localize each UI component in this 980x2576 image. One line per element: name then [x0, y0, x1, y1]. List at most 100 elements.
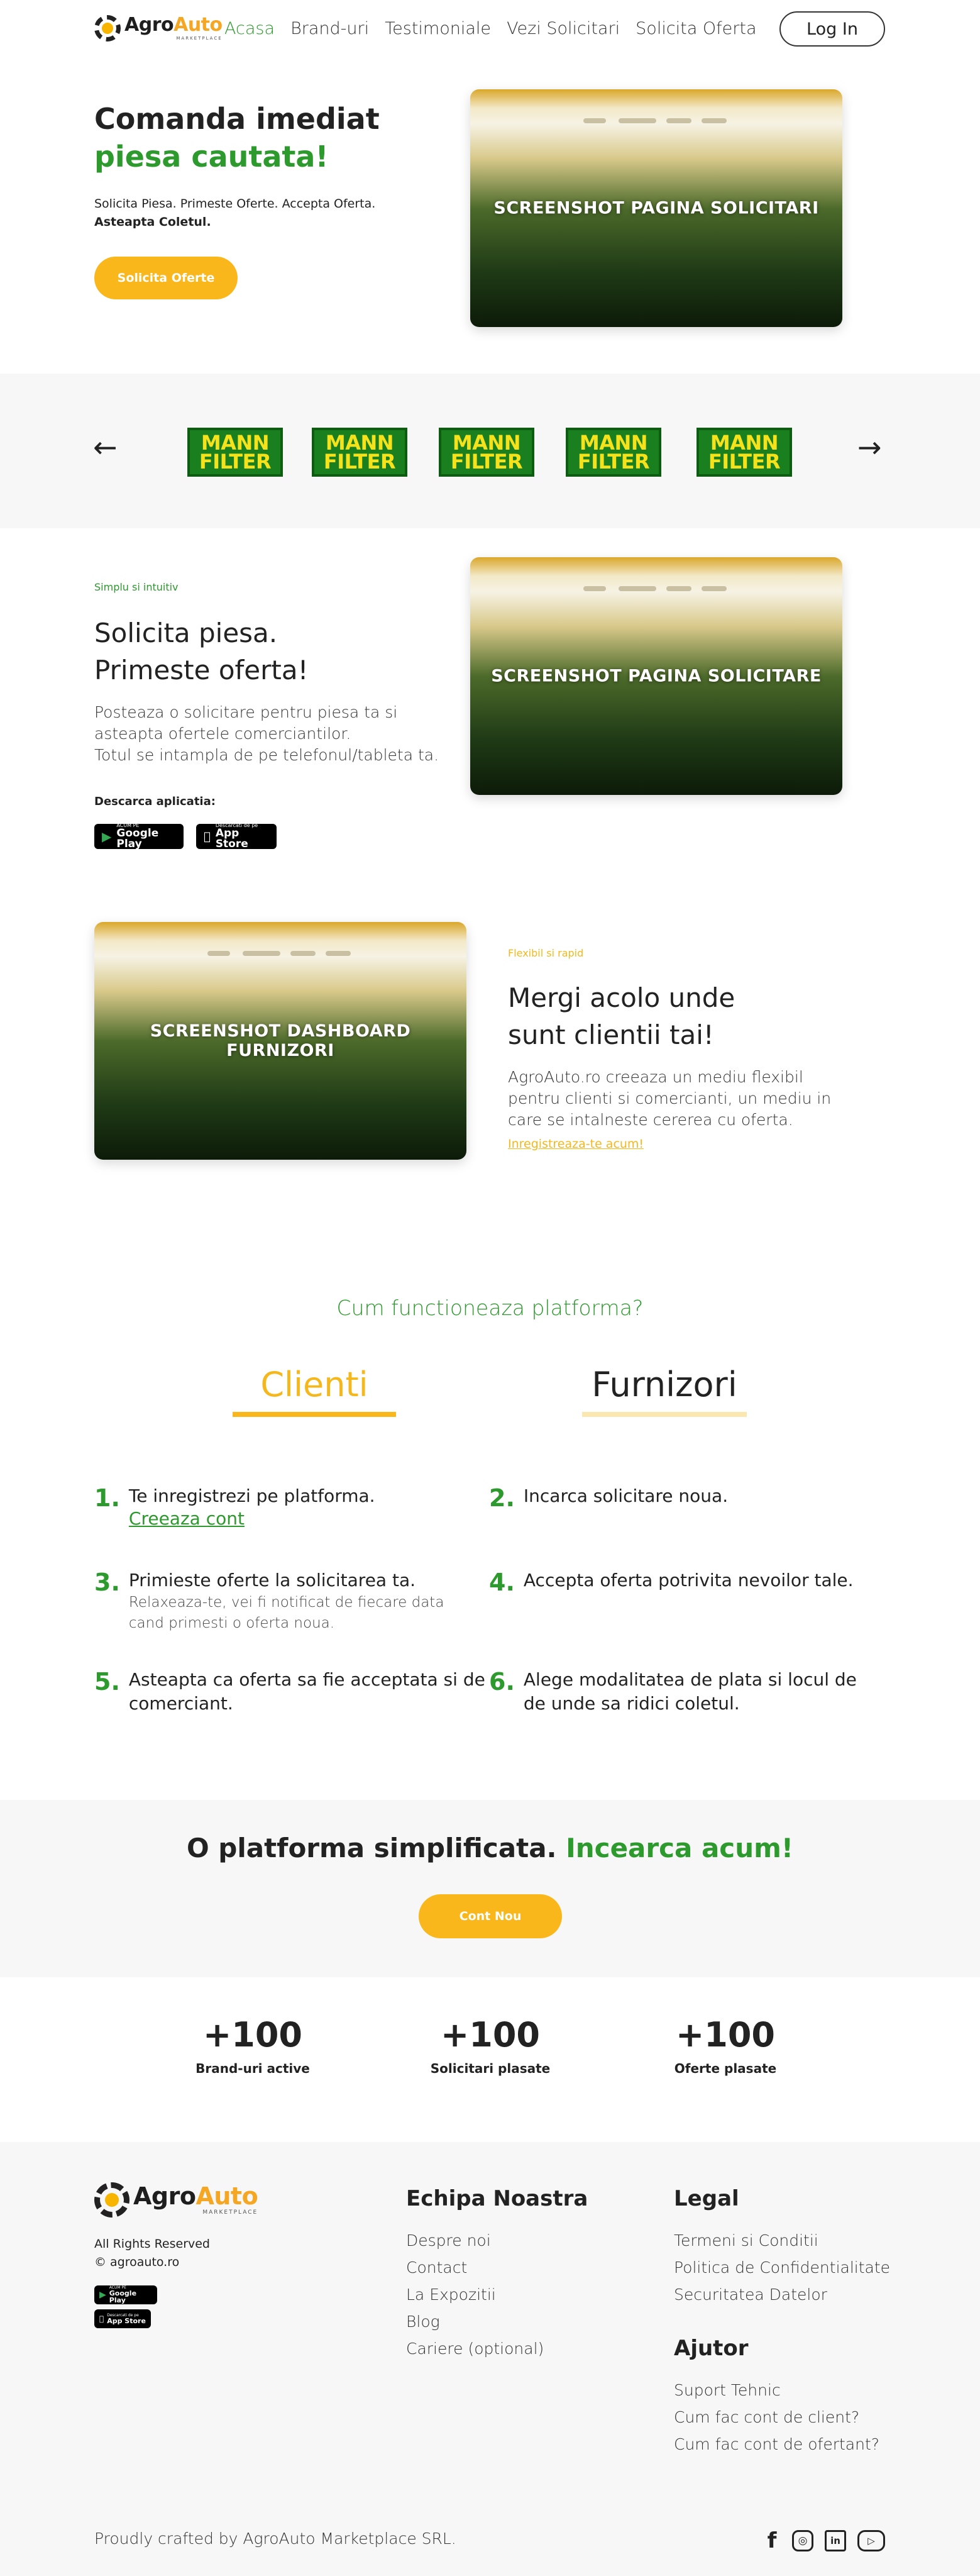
stat-solicitari: +100 Solicitari plasate: [415, 2015, 566, 2076]
apple-icon: : [99, 2314, 104, 2323]
instagram-icon[interactable]: ◎: [792, 2530, 813, 2551]
app-store-button[interactable]:  Descarcati de peApp Store: [196, 823, 277, 850]
feature2-screenshot: SCREENSHOT DASHBOARD FURNIZORI: [94, 922, 466, 1160]
footer-link-expozitii[interactable]: La Expozitii: [406, 2285, 544, 2304]
brand-logo-line2: FILTER: [199, 450, 272, 474]
footer-link-cariere[interactable]: Cariere (optional): [406, 2340, 544, 2358]
header-logo[interactable]: AgroAuto MARKETPLACE: [94, 15, 223, 42]
legal-heading: Legal: [674, 2186, 739, 2211]
feature2-para-line: pentru clienti si comercianti, un mediu …: [508, 1089, 832, 1108]
team-heading: Echipa Noastra: [406, 2186, 588, 2211]
brand-logo-line2: FILTER: [450, 450, 523, 474]
step-title: Accepta oferta potrivita nevoilor tale.: [523, 1570, 854, 1591]
nav-testimoniale[interactable]: Testimoniale: [385, 19, 491, 38]
download-label: Descarca aplicatia:: [94, 795, 216, 808]
hero-title-line1: Comanda imediat: [94, 102, 380, 136]
cta-band: [0, 1800, 980, 1977]
footer-rights: All Rights Reserved © agroauto.ro: [94, 2235, 210, 2272]
login-button[interactable]: Log In: [779, 11, 885, 47]
google-play-button[interactable]: ▶ ACUM PE Google Play: [94, 823, 184, 850]
step-number: 5.: [94, 1668, 120, 1696]
step-number: 3.: [94, 1568, 120, 1596]
nav-vezi-solicitari[interactable]: Vezi Solicitari: [507, 19, 620, 38]
cta-heading: O platforma simplificata. Incearca acum!: [0, 1833, 980, 1863]
step-sub: Relaxeaza-te, vei fi notificat de fiecar…: [128, 1594, 444, 1611]
brand-logo[interactable]: MANN FILTER: [187, 428, 283, 477]
feature1-screenshot: SCREENSHOT PAGINA SOLICITARE: [470, 557, 842, 795]
feature1-eyebrow: Simplu si intuitiv: [94, 581, 179, 593]
footer-link-blog[interactable]: Blog: [406, 2312, 544, 2331]
crafted-text: Proudly crafted by AgroAuto Marketplace …: [94, 2529, 456, 2548]
google-play-icon: ▶: [102, 829, 112, 844]
logo-part1: Agro: [124, 14, 174, 36]
feature1-title-line2: Primeste oferta!: [94, 654, 309, 686]
stat-brands: +100 Brand-uri active: [177, 2015, 328, 2076]
google-play-big: Google Play: [109, 2289, 137, 2304]
logo-part2: Auto: [173, 14, 223, 36]
footer-link-suport[interactable]: Suport Tehnic: [674, 2381, 879, 2399]
feature2-title-line2: sunt clientii tai!: [508, 1019, 714, 1050]
footer-link-contact[interactable]: Contact: [406, 2258, 544, 2277]
nav-solicita-oferta[interactable]: Solicita Oferta: [636, 19, 756, 38]
brand-logo-line2: FILTER: [708, 450, 781, 474]
footer-logo[interactable]: AgroAuto MARKETPLACE: [94, 2182, 258, 2218]
brand-logo[interactable]: MANN FILTER: [439, 428, 534, 477]
footer-link-securitate[interactable]: Securitatea Datelor: [674, 2285, 890, 2304]
google-play-icon: ▶: [99, 2290, 106, 2300]
arrow-right-icon[interactable]: →: [857, 433, 882, 462]
nav-acasa[interactable]: Acasa: [224, 19, 275, 38]
solicita-oferte-button[interactable]: Solicita Oferte: [94, 257, 238, 299]
main-nav: Acasa Brand-uri Testimoniale Vezi Solici…: [224, 19, 769, 38]
hero-title: Comanda imediat piesa cautata!: [94, 101, 446, 176]
footer-link-termeni[interactable]: Termeni si Conditii: [674, 2231, 890, 2250]
feature2-para-line: care se intalneste cererea cu oferta.: [508, 1110, 793, 1129]
feature2-para-line: AgroAuto.ro creeaza un mediu flexibil: [508, 1068, 803, 1086]
apple-icon: : [204, 830, 211, 843]
nav-brand-uri[interactable]: Brand-uri: [290, 19, 369, 38]
register-link[interactable]: Inregistreaza-te acum!: [508, 1137, 644, 1151]
logo-part2: Auto: [195, 2182, 258, 2210]
linkedin-icon[interactable]: in: [825, 2530, 846, 2551]
feature1-title: Solicita piesa. Primeste oferta!: [94, 615, 308, 689]
feature1-paragraph: Posteaza o solicitare pentru piesa ta si…: [94, 702, 439, 765]
step-6: 6. Alege modalitatea de plata si locul d…: [489, 1668, 857, 1716]
tab-clienti[interactable]: Clienti: [233, 1365, 396, 1417]
hero-screenshot: SCREENSHOT PAGINA SOLICITARI: [470, 89, 842, 327]
step-title-line2: comerciant.: [128, 1692, 233, 1714]
step-title: Incarca solicitare noua.: [523, 1485, 729, 1506]
help-links: Suport Tehnic Cum fac cont de client? Cu…: [674, 2381, 879, 2453]
brand-logo-line2: FILTER: [577, 450, 650, 474]
footer-link-despre-noi[interactable]: Despre noi: [406, 2231, 544, 2250]
team-links: Despre noi Contact La Expozitii Blog Car…: [406, 2231, 544, 2358]
cont-nou-button[interactable]: Cont Nou: [419, 1894, 562, 1938]
arrow-left-icon[interactable]: ←: [93, 433, 118, 462]
step-number: 1.: [94, 1484, 120, 1512]
step-5: 5. Asteapta ca oferta sa fie acceptata s…: [94, 1668, 485, 1716]
step-1: 1. Te inregistrezi pe platforma. Creeaza …: [94, 1484, 375, 1529]
hero-screenshot-label: SCREENSHOT PAGINA SOLICITARI: [493, 198, 819, 218]
legal-links: Termeni si Conditii Politica de Confiden…: [674, 2231, 890, 2304]
footer-app-store-button[interactable]:  Descarcati de peApp Store: [94, 2309, 151, 2328]
tab-furnizori[interactable]: Furnizori: [582, 1365, 747, 1417]
google-play-big: Google Play: [116, 827, 159, 850]
facebook-icon[interactable]: f: [763, 2528, 781, 2553]
logo-subtitle: MARKETPLACE: [176, 36, 223, 41]
footer-google-play-button[interactable]: ▶ ACUM PE Google Play: [94, 2285, 157, 2304]
step-2: 2. Incarca solicitare noua.: [489, 1484, 728, 1512]
step-title-line1: Alege modalitatea de plata si locul de: [523, 1669, 857, 1690]
footer-link-cont-client[interactable]: Cum fac cont de client?: [674, 2408, 879, 2426]
brand-logo[interactable]: MANN FILTER: [566, 428, 661, 477]
step-title-line1: Asteapta ca oferta sa fie acceptata si d…: [128, 1669, 485, 1690]
footer-link-confidentialitate[interactable]: Politica de Confidentialitate: [674, 2258, 890, 2277]
feature2-screenshot-line2: FURNIZORI: [226, 1041, 334, 1060]
footer-link-cont-ofertant[interactable]: Cum fac cont de ofertant?: [674, 2435, 879, 2453]
brand-logo[interactable]: MANN FILTER: [312, 428, 407, 477]
stat-label: Brand-uri active: [195, 2061, 310, 2076]
cta-text: O platforma simplificata.: [186, 1833, 557, 1863]
logo-part1: Agro: [133, 2182, 196, 2210]
hero-text-bold: Asteapta Coletul.: [94, 214, 211, 229]
create-account-link[interactable]: Creeaza cont: [129, 1508, 375, 1529]
app-store-big: App Store: [209, 828, 269, 850]
youtube-icon[interactable]: ▷: [857, 2530, 885, 2551]
brand-logo[interactable]: MANN FILTER: [696, 428, 792, 477]
